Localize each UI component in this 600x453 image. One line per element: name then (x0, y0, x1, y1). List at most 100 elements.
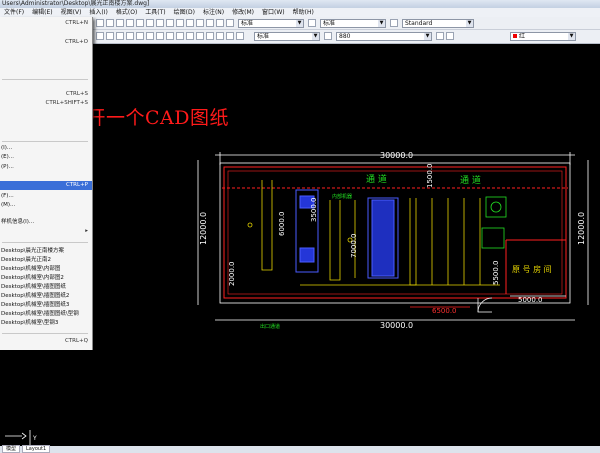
cut-icon[interactable] (136, 19, 144, 27)
recent-file[interactable]: Desktop\机械室\插图图纸 (0, 283, 92, 292)
save-icon[interactable] (116, 19, 124, 27)
ucs-x-arrow (21, 432, 27, 440)
redo-icon[interactable] (176, 19, 184, 27)
menu-help[interactable]: 帮助(H) (289, 8, 318, 17)
menu-item-etransmit[interactable]: (M)... (0, 201, 92, 210)
dim-2000-label: 2000.0 (228, 262, 236, 287)
dimstyle-icon[interactable] (308, 19, 316, 27)
valve-1 (247, 222, 253, 228)
shortcut: CTRL+SHIFT+S (45, 100, 88, 106)
arc-icon[interactable] (106, 32, 114, 40)
table-icon[interactable] (156, 32, 164, 40)
print-icon[interactable] (126, 19, 134, 27)
tab-layout1[interactable]: Layout1 (22, 445, 51, 453)
insert-icon[interactable] (236, 32, 244, 40)
recent-file[interactable]: Desktop\机械室\插图图纸3 (0, 301, 92, 310)
copy-icon[interactable] (146, 19, 154, 27)
corridor-label-1: 通 道 (366, 173, 387, 185)
properties-icon[interactable] (216, 19, 224, 27)
new-icon[interactable] (96, 19, 104, 27)
menu-format[interactable]: 格式(O) (112, 8, 141, 17)
menu-item-save-as[interactable]: CTRL+SHIFT+S (0, 99, 92, 108)
spline-icon[interactable] (196, 32, 204, 40)
menu-item-save[interactable]: CTRL+S (0, 90, 92, 99)
menu-draw[interactable]: 绘图(D) (170, 8, 199, 17)
pipe-4 (409, 198, 417, 286)
menu-window[interactable]: 窗口(W) (258, 8, 289, 17)
menu-insert[interactable]: 插入(I) (85, 8, 111, 17)
recent-file[interactable]: Desktop\机械室\内部图 (0, 265, 92, 274)
recent-file[interactable]: Desktop\机械室\插图图纸2 (0, 292, 92, 301)
menu-item-drawing-properties[interactable]: 样机信息(I)... (0, 218, 92, 227)
layer-style-dropdown[interactable]: 标准 ▼ (320, 19, 386, 28)
recent-file-path: Desktop\机械室\型钢3 (1, 320, 59, 326)
text-icon[interactable] (166, 32, 174, 40)
text-style-dropdown[interactable]: 标准 ▼ (238, 19, 304, 28)
open-icon[interactable] (106, 19, 114, 27)
pan-icon[interactable] (186, 19, 194, 27)
frame-rect-outer (219, 162, 571, 304)
layer-state-dropdown[interactable]: 标准 ▼ (254, 32, 320, 41)
menu-item-utilities[interactable]: ▸ (0, 227, 92, 236)
pipe-2 (329, 200, 341, 281)
menu-tools[interactable]: 工具(T) (141, 8, 169, 17)
menu-item-exit[interactable]: CTRL+Q (0, 337, 92, 346)
block-icon[interactable] (146, 32, 154, 40)
rect-icon[interactable] (226, 32, 234, 40)
zoom-icon[interactable] (196, 19, 204, 27)
menu-item-label: (P)... (1, 164, 14, 170)
menu-bar: 文件(F) 编辑(E) 视图(V) 插入(I) 格式(O) 工具(T) 绘图(D… (0, 8, 600, 17)
menu-view[interactable]: 视图(V) (57, 8, 86, 17)
recent-file-path: Desktop\晨光正南楼方案 (1, 248, 65, 254)
style-icon[interactable] (390, 19, 398, 27)
help-icon[interactable] (226, 19, 234, 27)
equipment-green (481, 196, 507, 249)
undo-icon[interactable] (166, 19, 174, 27)
dim-1500-label: 1500.0 (426, 164, 434, 189)
ortho-icon[interactable] (96, 32, 104, 40)
recent-file[interactable]: Desktop\机械室\内部图2 (0, 274, 92, 283)
layer-previous-icon[interactable] (446, 32, 454, 40)
circle-icon[interactable] (116, 32, 124, 40)
tab-model[interactable]: 模型 (2, 445, 21, 453)
menu-item-publish[interactable]: (F)... (0, 192, 92, 201)
menu-edit[interactable]: 编辑(E) (28, 8, 56, 17)
current-layer-value: 880 (339, 33, 351, 40)
menu-dimension[interactable]: 标注(N) (199, 8, 228, 17)
recent-file-path: Desktop\机械室\内部图2 (1, 275, 64, 281)
recent-file[interactable]: Desktop\晨光正南2 (0, 256, 92, 265)
color-dropdown[interactable]: 红 ▼ (510, 32, 576, 41)
ellipse-icon[interactable] (206, 32, 214, 40)
menu-item-open[interactable]: CTRL+O (0, 38, 92, 47)
menu-item-import[interactable]: (I)... (0, 144, 92, 153)
point-icon[interactable] (186, 32, 194, 40)
zoom-window-icon[interactable] (206, 19, 214, 27)
menu-item-new[interactable]: CTRL+N (0, 19, 92, 28)
polygon-icon[interactable] (126, 32, 134, 40)
make-current-icon[interactable] (436, 32, 444, 40)
dim-style-dropdown[interactable]: Standard ▼ (402, 19, 474, 28)
equipment-fill-2 (299, 247, 315, 263)
region-icon[interactable] (176, 32, 184, 40)
recent-file[interactable]: Desktop\晨光正南楼方案 (0, 247, 92, 256)
color-swatch (513, 34, 517, 38)
line-icon[interactable] (216, 32, 224, 40)
menu-item-page-setup[interactable]: (P)... (0, 163, 92, 172)
menu-separator (2, 79, 88, 80)
room-label: 原 号 房 间 (512, 264, 552, 274)
menu-item-print[interactable]: CTRL+P (0, 181, 92, 190)
paste-icon[interactable] (156, 19, 164, 27)
menu-modify[interactable]: 修改(M) (228, 8, 258, 17)
chevron-down-icon: ▼ (568, 33, 575, 40)
recent-file[interactable]: Desktop\机械室\型钢3 (0, 319, 92, 328)
dim-top-label: 30000.0 (380, 151, 413, 160)
hatch-icon[interactable] (136, 32, 144, 40)
menu-file[interactable]: 文件(F) (0, 8, 28, 17)
recent-file[interactable]: Desktop\机械室\插图图纸\型钢 (0, 310, 92, 319)
dim-3500-label: 3500.0 (310, 198, 318, 223)
layer-manager-icon[interactable] (324, 32, 332, 40)
current-layer-dropdown[interactable]: 880 ▼ (336, 32, 432, 41)
text-style-value: 标准 (241, 20, 254, 27)
menu-item-export[interactable]: (E)... (0, 153, 92, 162)
shortcut: CTRL+S (65, 91, 88, 97)
